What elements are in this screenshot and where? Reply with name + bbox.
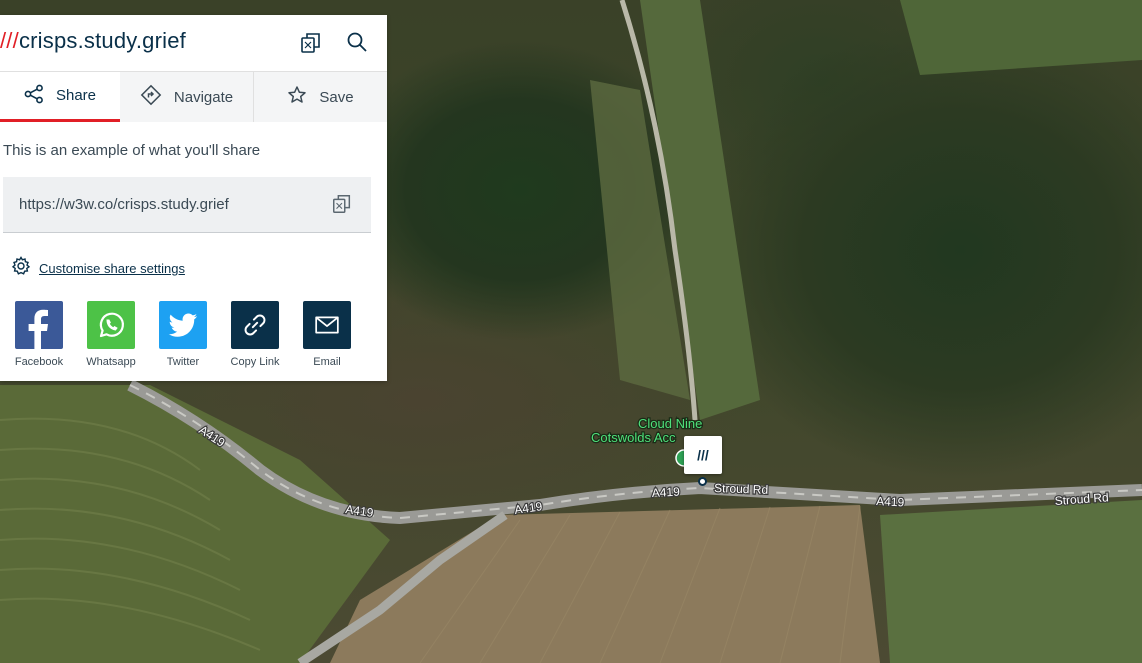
three-word-address: ///crisps.study.grief bbox=[0, 28, 186, 54]
customise-share-settings-link[interactable]: Customise share settings bbox=[11, 256, 185, 281]
customise-share-settings-label: Customise share settings bbox=[39, 261, 185, 276]
star-icon bbox=[287, 85, 307, 109]
gear-icon bbox=[11, 256, 31, 281]
tab-label: Share bbox=[55, 87, 97, 104]
w3w-slashes: /// bbox=[0, 28, 19, 53]
panel-header: ///crisps.study.grief bbox=[0, 15, 387, 72]
road-label-a419: A419 bbox=[876, 494, 905, 509]
navigate-icon bbox=[140, 84, 162, 110]
tab-label: Navigate bbox=[173, 88, 234, 106]
tab-navigate[interactable]: Navigate bbox=[120, 72, 254, 122]
share-panel: ///crisps.study.grief Share Navigate Sav… bbox=[0, 15, 387, 381]
poi-label[interactable]: Cotswolds Acc bbox=[590, 429, 677, 446]
whatsapp-icon bbox=[87, 301, 135, 349]
share-icon bbox=[24, 84, 44, 108]
share-copy-link-button[interactable]: Copy Link bbox=[219, 301, 291, 368]
link-icon bbox=[231, 301, 279, 349]
green-field-right bbox=[880, 500, 1142, 663]
twitter-icon bbox=[159, 301, 207, 349]
share-button-label: Facebook bbox=[14, 356, 64, 368]
tab-save[interactable]: Save bbox=[254, 72, 387, 122]
road-label-a419: A419 bbox=[651, 485, 680, 500]
tab-label: Save bbox=[319, 88, 354, 106]
w3w-pin-marker[interactable]: /// bbox=[684, 436, 722, 474]
share-facebook-button[interactable]: Facebook bbox=[3, 301, 75, 368]
share-button-label: Email bbox=[313, 356, 341, 368]
share-button-label: Whatsapp bbox=[86, 356, 136, 368]
location-dot bbox=[698, 477, 707, 486]
share-url[interactable]: https://w3w.co/crisps.study.grief bbox=[19, 196, 229, 213]
copy-icon[interactable] bbox=[299, 31, 323, 55]
tab-share[interactable]: Share bbox=[0, 72, 120, 122]
poi-label[interactable]: Cloud Nine bbox=[637, 415, 704, 432]
copy-icon[interactable] bbox=[331, 193, 355, 217]
tab-bar: Share Navigate Save bbox=[0, 72, 387, 122]
share-twitter-button[interactable]: Twitter bbox=[147, 301, 219, 368]
email-icon bbox=[303, 301, 351, 349]
search-icon[interactable] bbox=[346, 31, 368, 53]
road-label-stroud-rd: Stroud Rd bbox=[714, 481, 768, 497]
share-email-button[interactable]: Email bbox=[291, 301, 363, 368]
share-button-label: Copy Link bbox=[230, 356, 280, 368]
share-url-field[interactable]: https://w3w.co/crisps.study.grief bbox=[3, 177, 371, 233]
share-intro-text: This is an example of what you'll share bbox=[3, 142, 261, 159]
share-whatsapp-button[interactable]: Whatsapp bbox=[75, 301, 147, 368]
address-text: crisps.study.grief bbox=[18, 28, 186, 53]
share-button-label: Twitter bbox=[166, 356, 200, 368]
facebook-icon bbox=[15, 301, 63, 349]
green-field-top bbox=[900, 0, 1142, 75]
